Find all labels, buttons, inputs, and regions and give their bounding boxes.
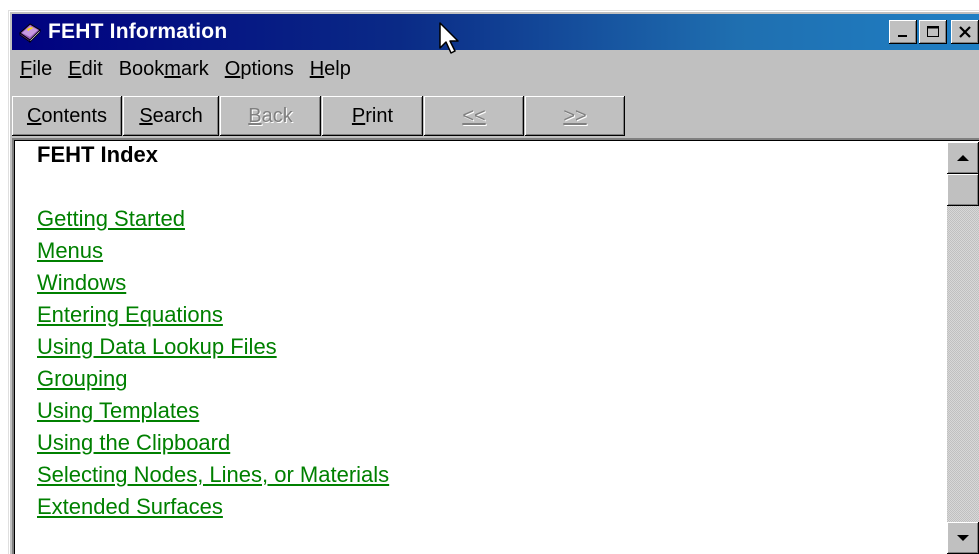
link-windows[interactable]: Windows xyxy=(37,267,389,299)
link-menus[interactable]: Menus xyxy=(37,235,389,267)
close-icon xyxy=(959,26,971,38)
mouse-pointer-icon xyxy=(439,22,459,54)
back-mnemonic: B xyxy=(248,104,262,127)
scroll-thumb[interactable] xyxy=(947,174,979,206)
menu-file-label: ile xyxy=(32,57,53,80)
menu-file-mnemonic: F xyxy=(20,57,33,80)
link-selecting-nodes-lines-materials[interactable]: Selecting Nodes, Lines, or Materials xyxy=(37,459,389,491)
link-using-the-clipboard[interactable]: Using the Clipboard xyxy=(37,427,389,459)
help-book-icon xyxy=(19,23,41,43)
print-label: rint xyxy=(365,104,394,127)
page-title: FEHT Index xyxy=(37,142,159,167)
link-getting-started[interactable]: Getting Started xyxy=(37,203,389,235)
minimize-icon xyxy=(898,35,907,37)
scroll-down-button[interactable] xyxy=(947,522,979,554)
link-extended-surfaces[interactable]: Extended Surfaces xyxy=(37,491,389,523)
previous-topic-button[interactable]: << xyxy=(424,96,524,136)
menu-help-label: elp xyxy=(324,57,351,80)
menu-options-mnemonic: O xyxy=(224,57,241,80)
vertical-scrollbar[interactable] xyxy=(947,142,979,554)
index-link-list: Getting Started Menus Windows Entering E… xyxy=(37,203,389,523)
title-bar[interactable]: FEHT Information xyxy=(12,14,979,50)
menu-file[interactable]: File xyxy=(12,58,60,81)
contents-mnemonic: C xyxy=(26,104,42,127)
help-window: FEHT Information File Edit Bookmark Opti… xyxy=(8,10,979,554)
scroll-down-arrow-icon xyxy=(957,535,969,541)
search-mnemonic: S xyxy=(139,104,153,127)
menu-edit[interactable]: Edit xyxy=(60,58,110,81)
print-button[interactable]: Print xyxy=(322,96,423,136)
menu-bar: File Edit Bookmark Options Help xyxy=(12,54,979,84)
minimize-button[interactable] xyxy=(889,20,917,44)
link-using-templates[interactable]: Using Templates xyxy=(37,395,389,427)
back-label: ack xyxy=(261,104,293,127)
window-title: FEHT Information xyxy=(48,20,228,43)
search-button[interactable]: Search xyxy=(123,96,219,136)
link-grouping[interactable]: Grouping xyxy=(37,363,389,395)
contents-label: ontents xyxy=(41,104,108,127)
search-label: earch xyxy=(152,104,203,127)
maximize-button[interactable] xyxy=(919,20,947,44)
contents-button[interactable]: Contents xyxy=(12,96,122,136)
topic-pane: FEHT Index Getting Started Menus Windows… xyxy=(12,138,979,554)
next-topic-label: >> xyxy=(563,104,587,127)
menu-bookmark-mnemonic: m xyxy=(164,57,181,80)
maximize-icon xyxy=(927,26,939,37)
menu-options[interactable]: Options xyxy=(217,58,302,81)
scroll-up-arrow-icon xyxy=(957,155,969,161)
button-bar: Contents Search Back Print << >> xyxy=(12,96,979,136)
menu-bookmark-label: ark xyxy=(180,57,209,80)
menu-help[interactable]: Help xyxy=(302,58,359,81)
menu-bookmark[interactable]: Bookmark xyxy=(111,58,217,81)
menu-edit-mnemonic: E xyxy=(68,57,82,80)
link-entering-equations[interactable]: Entering Equations xyxy=(37,299,389,331)
menu-options-label: ptions xyxy=(240,57,294,80)
menu-edit-label: dit xyxy=(81,57,103,80)
print-mnemonic: P xyxy=(351,104,366,127)
caption-buttons xyxy=(889,20,979,44)
close-button[interactable] xyxy=(951,20,979,44)
menu-help-mnemonic: H xyxy=(309,57,325,80)
menu-bookmark-prefix: Book xyxy=(118,57,165,80)
next-topic-button[interactable]: >> xyxy=(525,96,625,136)
link-using-data-lookup-files[interactable]: Using Data Lookup Files xyxy=(37,331,389,363)
scroll-up-button[interactable] xyxy=(947,142,979,174)
back-button[interactable]: Back xyxy=(220,96,321,136)
previous-topic-label: << xyxy=(462,104,486,127)
